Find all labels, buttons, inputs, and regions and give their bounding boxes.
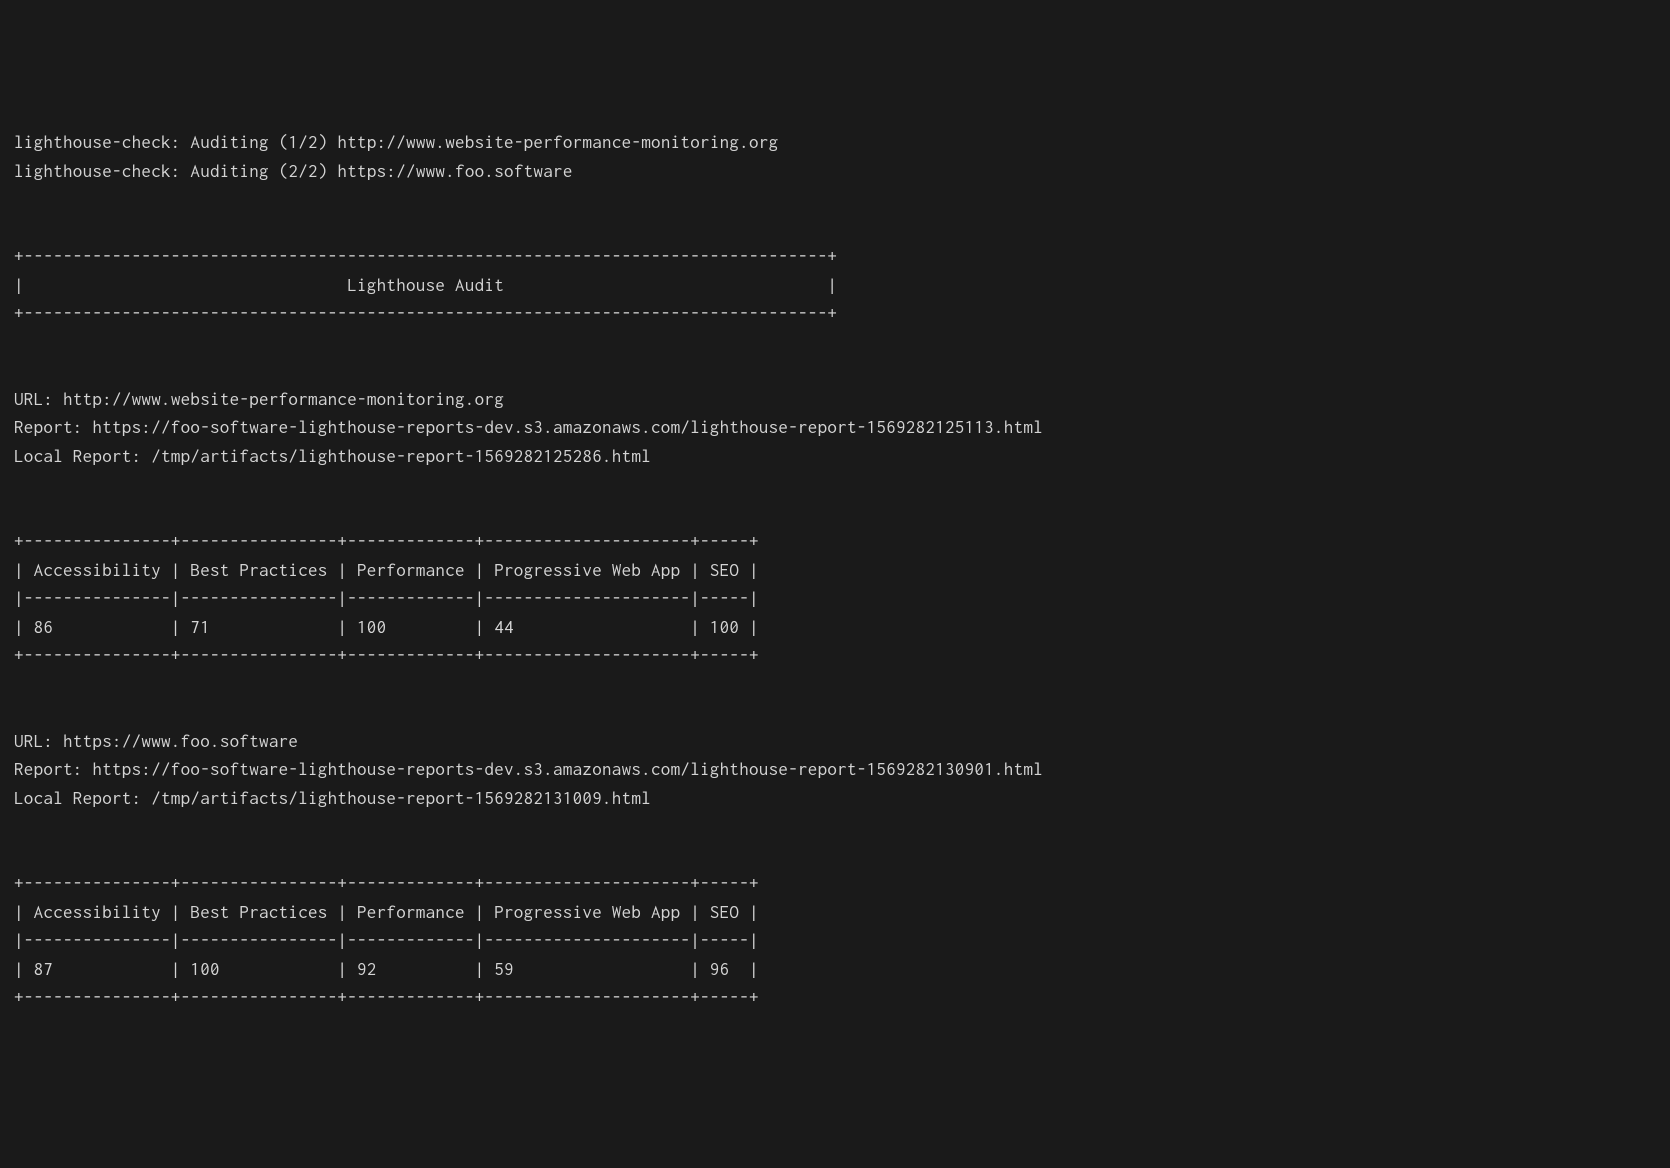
header-box-title: | Lighthouse Audit | (14, 275, 837, 295)
url-label: URL: (14, 389, 63, 409)
report-remote-line: Report: https://foo-software-lighthouse-… (14, 759, 1043, 779)
report-url: https://www.foo.software (63, 731, 298, 751)
report-remote-path: https://foo-software-lighthouse-reports-… (92, 759, 1043, 779)
audit-url: https://www.foo.software (337, 161, 572, 181)
header-box-bottom: +---------------------------------------… (14, 303, 837, 323)
report-url-line: URL: http://www.website-performance-moni… (14, 389, 504, 409)
scores-table-values: | 86 | 71 | 100 | 44 | 100 | (14, 617, 759, 637)
scores-table-separator: |---------------|----------------|------… (14, 588, 759, 608)
audit-line-2: lighthouse-check: Auditing (2/2) https:/… (14, 161, 573, 181)
scores-table-border-top: +---------------+----------------+------… (14, 531, 759, 551)
scores-table-border-top: +---------------+----------------+------… (14, 873, 759, 893)
audit-action: Auditing (2/2) (190, 161, 337, 181)
terminal-output: lighthouse-check: Auditing (1/2) http://… (14, 128, 1656, 1012)
url-label: URL: (14, 731, 63, 751)
report-label: Report: (14, 759, 92, 779)
scores-table-border-bottom: +---------------+----------------+------… (14, 987, 759, 1007)
report-label: Report: (14, 417, 92, 437)
program-prefix: lighthouse-check: (14, 132, 190, 152)
header-box-top: +---------------------------------------… (14, 246, 837, 266)
report-url: http://www.website-performance-monitorin… (63, 389, 504, 409)
report-local-path: /tmp/artifacts/lighthouse-report-1569282… (151, 446, 651, 466)
report-local-line: Local Report: /tmp/artifacts/lighthouse-… (14, 446, 651, 466)
report-remote-line: Report: https://foo-software-lighthouse-… (14, 417, 1043, 437)
report-local-path: /tmp/artifacts/lighthouse-report-1569282… (151, 788, 651, 808)
scores-table-headers: | Accessibility | Best Practices | Perfo… (14, 902, 759, 922)
program-prefix: lighthouse-check: (14, 161, 190, 181)
report-remote-path: https://foo-software-lighthouse-reports-… (92, 417, 1043, 437)
scores-table-border-bottom: +---------------+----------------+------… (14, 645, 759, 665)
local-label: Local Report: (14, 788, 151, 808)
scores-table-headers: | Accessibility | Best Practices | Perfo… (14, 560, 759, 580)
audit-action: Auditing (1/2) (190, 132, 337, 152)
scores-table-separator: |---------------|----------------|------… (14, 930, 759, 950)
report-url-line: URL: https://www.foo.software (14, 731, 298, 751)
audit-line-1: lighthouse-check: Auditing (1/2) http://… (14, 132, 778, 152)
audit-url: http://www.website-performance-monitorin… (337, 132, 778, 152)
local-label: Local Report: (14, 446, 151, 466)
report-local-line: Local Report: /tmp/artifacts/lighthouse-… (14, 788, 651, 808)
scores-table-values: | 87 | 100 | 92 | 59 | 96 | (14, 959, 759, 979)
